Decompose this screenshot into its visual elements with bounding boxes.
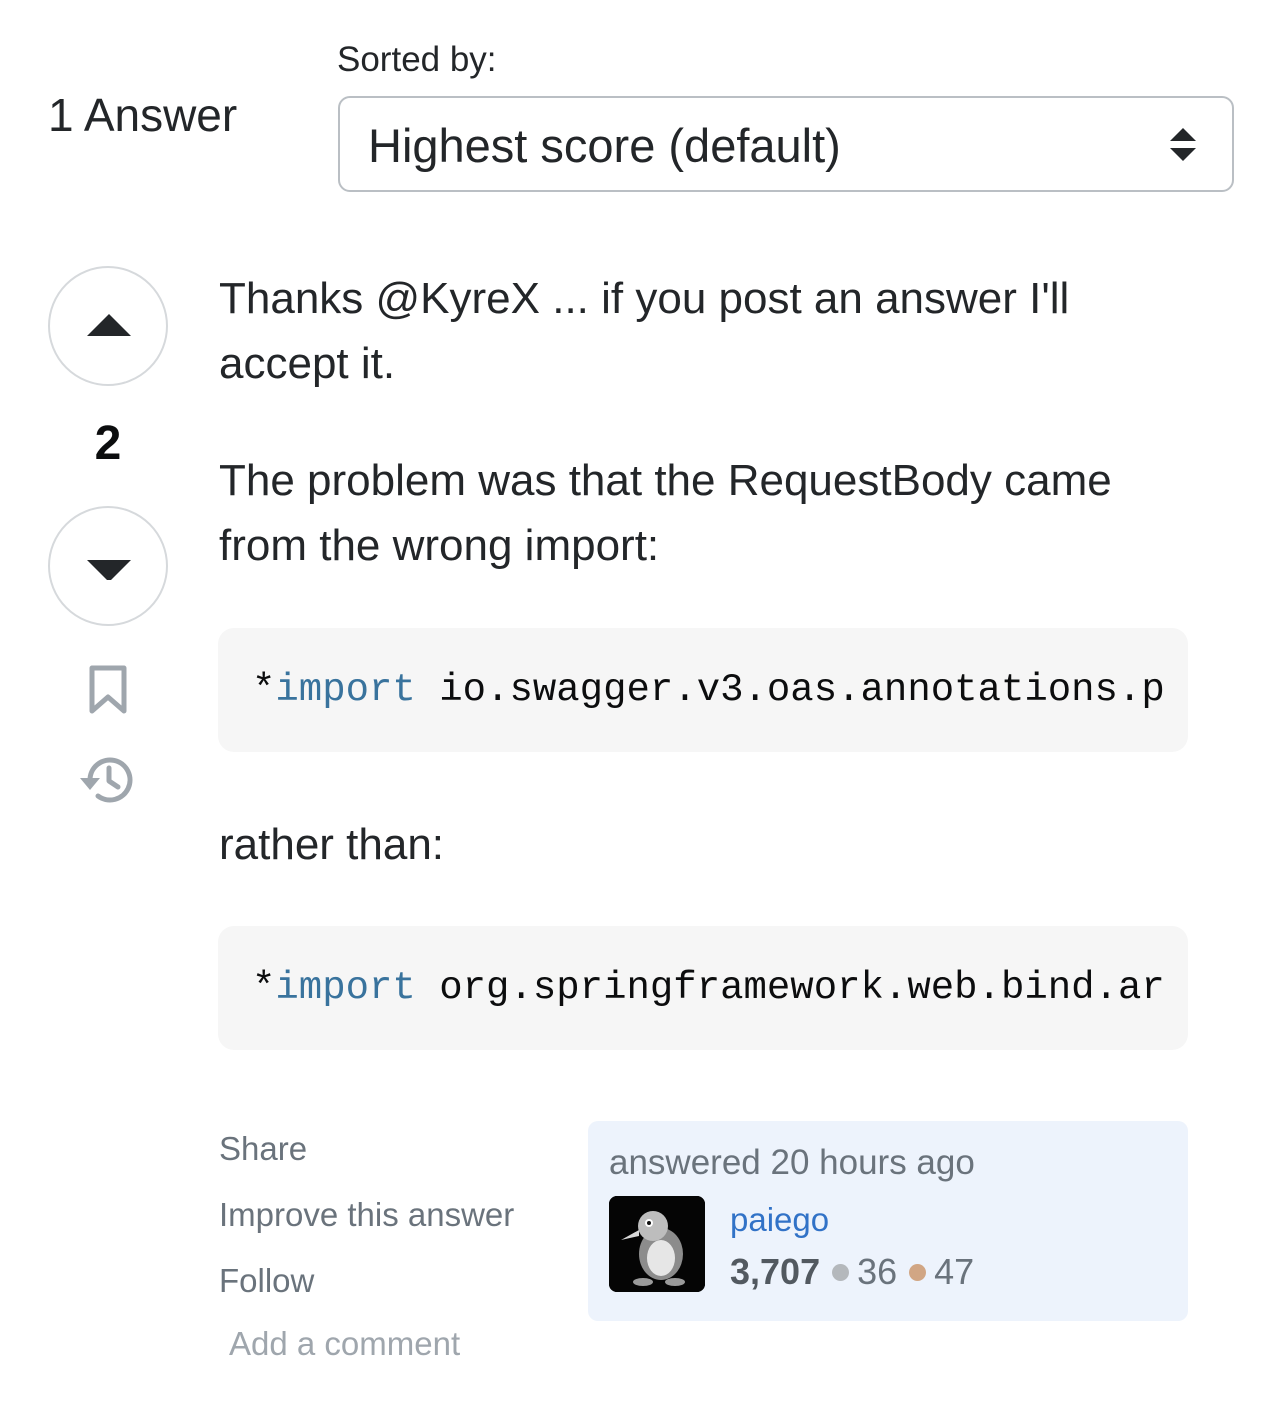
upvote-button[interactable]	[48, 266, 168, 386]
code-block: *import io.swagger.v3.oas.annotations.p	[218, 628, 1188, 752]
bronze-badge-count: 47	[934, 1251, 975, 1292]
sort-arrows-icon	[1170, 128, 1196, 161]
post-paragraph: The problem was that the RequestBody cam…	[219, 456, 1112, 570]
post-paragraph: rather than:	[219, 820, 445, 869]
add-comment-link[interactable]: Add a comment	[229, 1325, 460, 1363]
downvote-button[interactable]	[48, 506, 168, 626]
code-text: io.swagger.v3.oas.annotations.p	[415, 668, 1165, 712]
sort-select-value: Highest score (default)	[368, 119, 841, 172]
code-keyword: import	[275, 668, 416, 712]
sort-select[interactable]: Highest score (default)	[338, 96, 1234, 192]
answers-count-heading: 1 Answer	[48, 89, 238, 141]
arrow-up-icon	[87, 314, 131, 336]
arrow-down-icon	[87, 560, 131, 580]
follow-link[interactable]: Follow	[219, 1262, 314, 1300]
code-keyword: import	[275, 966, 416, 1010]
avatar[interactable]	[609, 1196, 705, 1292]
reputation-row: 3,707 36 47	[730, 1251, 974, 1293]
code-text: org.springframework.web.bind.ar	[415, 966, 1165, 1010]
reputation-score: 3,707	[730, 1251, 821, 1292]
penguin-avatar-icon	[609, 1196, 705, 1292]
vote-count: 2	[94, 417, 122, 470]
sort-label: Sorted by:	[337, 40, 497, 79]
code-prefix: *	[252, 966, 276, 1010]
code-prefix: *	[252, 668, 276, 712]
post-paragraph: Thanks @KyreX ... if you post an answer …	[219, 274, 1070, 388]
user-name-link[interactable]: paiego	[730, 1201, 829, 1239]
silver-badge-count: 36	[857, 1251, 898, 1292]
code-block: *import org.springframework.web.bind.ar	[218, 926, 1188, 1050]
share-link[interactable]: Share	[219, 1130, 307, 1168]
bookmark-icon[interactable]	[89, 665, 127, 715]
bronze-badge-icon	[909, 1263, 927, 1281]
history-icon[interactable]	[76, 752, 136, 808]
silver-badge-icon	[832, 1263, 850, 1281]
answered-time[interactable]: answered 20 hours ago	[609, 1143, 975, 1183]
user-card: answered 20 hours ago paiego 3,707 36 47	[588, 1121, 1188, 1321]
improve-answer-link[interactable]: Improve this answer	[219, 1196, 514, 1234]
